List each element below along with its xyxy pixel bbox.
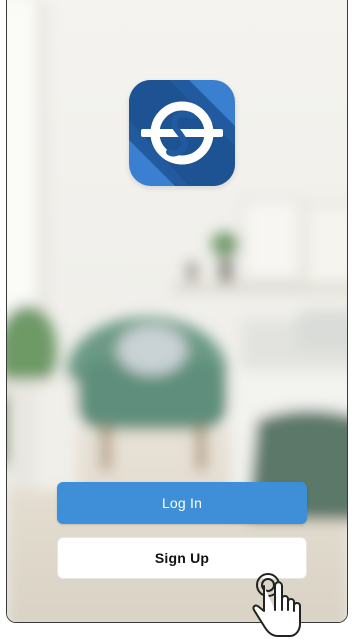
signup-button-label: Sign Up <box>154 550 210 566</box>
app-logo-icon <box>129 80 235 186</box>
tap-hand-icon <box>252 573 301 637</box>
login-button[interactable]: Log In <box>57 482 307 524</box>
phone-screen: Log In Sign Up <box>6 0 348 623</box>
login-button-label: Log In <box>161 495 203 511</box>
